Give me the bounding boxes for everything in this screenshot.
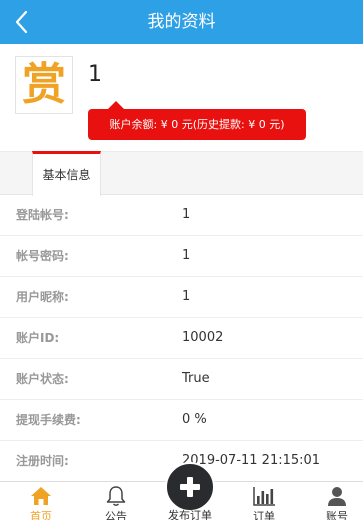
- info-row-password: 帐号密码: 1: [0, 236, 363, 277]
- info-value: True: [182, 371, 210, 386]
- info-row-login-account: 登陆帐号: 1: [0, 195, 363, 236]
- tab-basic-info[interactable]: 基本信息: [32, 151, 101, 196]
- info-label: 登陆帐号:: [16, 208, 69, 222]
- info-value: 0 %: [182, 412, 207, 427]
- info-tabs: 基本信息: [0, 151, 363, 196]
- app-header: 我的资料: [0, 0, 363, 44]
- tabbar-item-account[interactable]: 账号: [301, 482, 363, 520]
- info-value: 1: [182, 289, 191, 304]
- tabbar-label: 公告: [105, 510, 127, 520]
- tabbar-label: 账号: [326, 510, 348, 520]
- balance-badge: 账户余额: ¥ 0 元(历史提款: ¥ 0 元): [88, 101, 306, 140]
- info-row-nickname: 用户昵称: 1: [0, 277, 363, 318]
- tabbar-label: 首页: [30, 510, 52, 520]
- info-label: 账户ID:: [16, 331, 60, 345]
- info-row-account-id: 账户ID: 10002: [0, 318, 363, 359]
- profile-nickname: 1: [88, 62, 102, 87]
- info-label: 注册时间:: [16, 454, 69, 468]
- page-title: 我的资料: [147, 12, 216, 32]
- tabbar-item-orders[interactable]: 订单: [228, 482, 300, 520]
- info-value: 1: [182, 207, 191, 222]
- info-list: 登陆帐号: 1 帐号密码: 1 用户昵称: 1 账户ID: 10002 账户状态…: [0, 195, 363, 482]
- bar-chart-icon: [253, 487, 275, 506]
- avatar[interactable]: 赏: [15, 56, 73, 114]
- publish-order-button[interactable]: [165, 462, 215, 512]
- tabbar-item-notice[interactable]: 公告: [80, 482, 152, 520]
- bell-icon: [106, 486, 126, 506]
- publish-order-label: 发布订单: [168, 509, 212, 520]
- user-icon: [328, 487, 346, 506]
- avatar-logo: 赏: [22, 59, 66, 110]
- tabbar-item-home[interactable]: 首页: [5, 482, 77, 520]
- info-row-account-status: 账户状态: True: [0, 359, 363, 400]
- info-label: 用户昵称:: [16, 290, 69, 304]
- info-label: 账户状态:: [16, 372, 69, 386]
- info-label: 提现手续费:: [16, 413, 81, 427]
- home-icon: [31, 487, 51, 505]
- profile-section: 赏 1 账户余额: ¥ 0 元(历史提款: ¥ 0 元): [0, 44, 363, 151]
- info-value: 1: [182, 248, 191, 263]
- tabbar-label: 订单: [253, 510, 275, 520]
- info-value: 10002: [182, 330, 224, 345]
- info-row-withdraw-fee: 提现手续费: 0 %: [0, 400, 363, 441]
- plus-icon-stem: [187, 477, 193, 497]
- info-label: 帐号密码:: [16, 249, 69, 263]
